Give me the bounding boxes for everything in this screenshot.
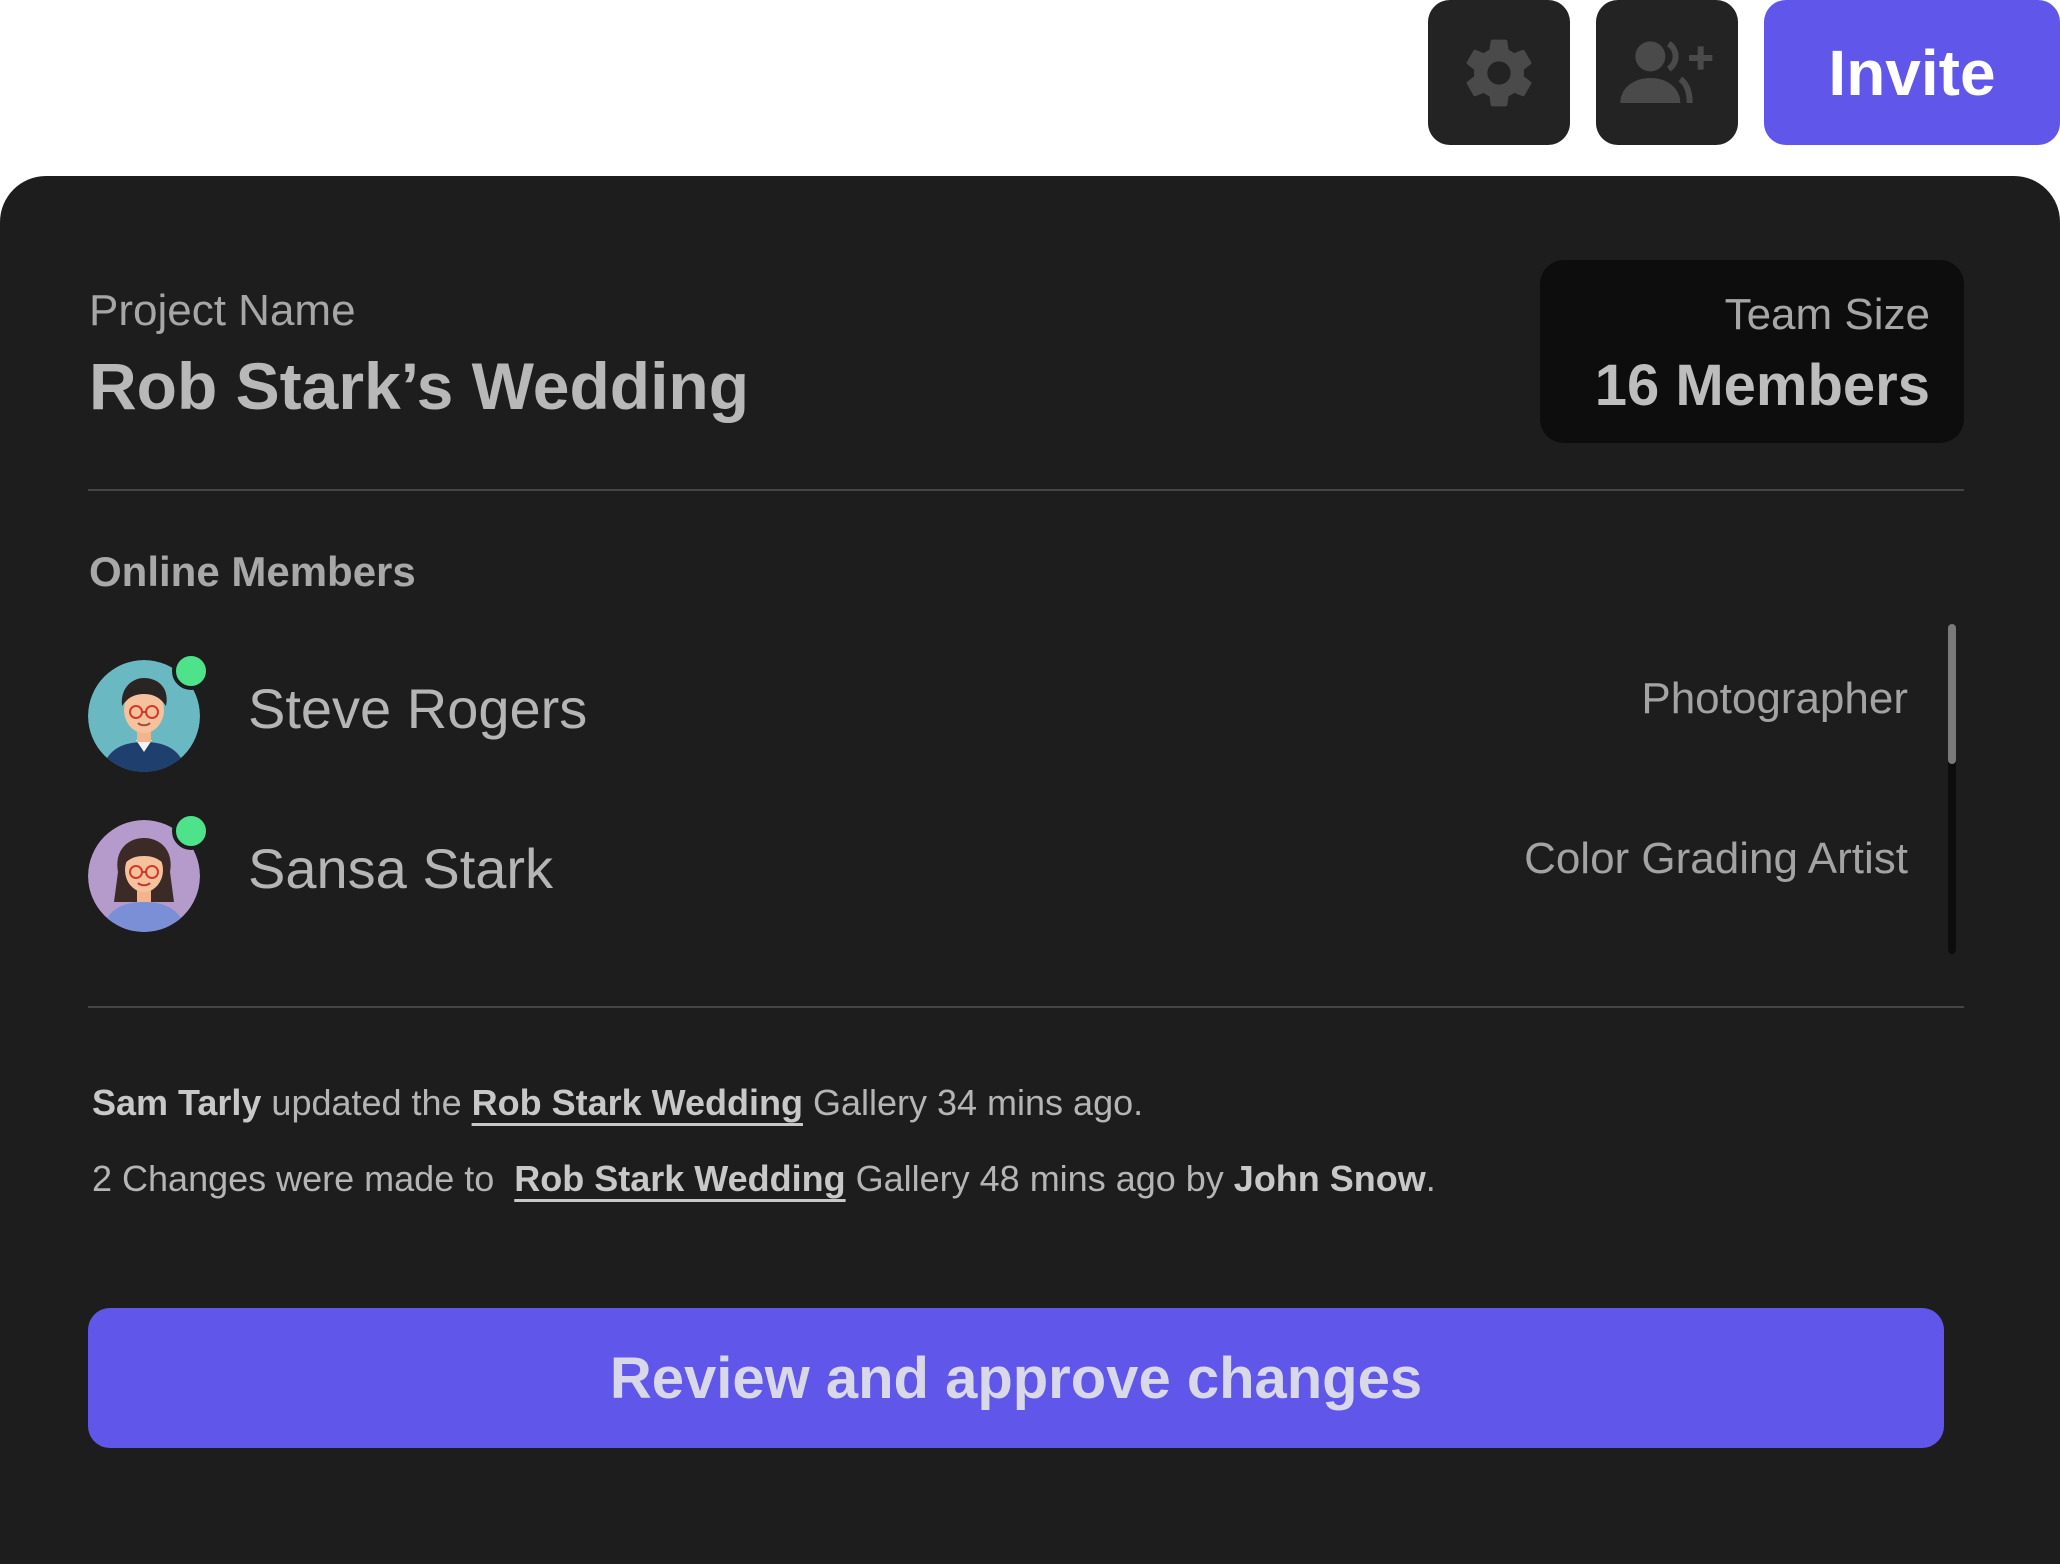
team-size-value: 16 Members	[1594, 353, 1930, 418]
gear-icon	[1466, 39, 1532, 106]
activity-text: 2 Changes were made to	[92, 1158, 515, 1199]
invite-button[interactable]: Invite	[1764, 0, 2060, 145]
project-card: Project Name Rob Stark’s Wedding Team Si…	[0, 176, 2060, 1564]
review-approve-button[interactable]: Review and approve changes	[88, 1308, 1944, 1448]
scrollbar-thumb[interactable]	[1948, 624, 1956, 764]
divider	[88, 489, 1964, 491]
member-name: Steve Rogers	[248, 677, 588, 740]
online-status-indicator	[172, 652, 210, 690]
member-role: Photographer	[1641, 674, 1908, 723]
activity-actor: Sam Tarly	[92, 1082, 262, 1123]
project-name: Rob Stark’s Wedding	[89, 349, 750, 423]
activity-text: Gallery 48 mins ago by	[845, 1158, 1234, 1199]
user-plus-icon	[1620, 40, 1713, 103]
gallery-link[interactable]: Rob Stark Wedding	[472, 1082, 803, 1123]
project-name-label: Project Name	[89, 286, 356, 335]
team-size-panel: Team Size 16 Members	[1540, 260, 1964, 443]
activity-item: 2 Changes were made to Rob Stark Wedding…	[92, 1158, 1436, 1200]
activity-text: Gallery 34 mins ago.	[802, 1082, 1144, 1123]
member-row[interactable]: Steve Rogers Photographer	[88, 652, 1908, 772]
divider	[88, 1006, 1964, 1008]
online-members-title: Online Members	[89, 548, 416, 595]
gallery-link[interactable]: Rob Stark Wedding	[514, 1158, 845, 1199]
members-scrollbar[interactable]	[1948, 624, 1956, 954]
activity-text: updated the	[261, 1082, 472, 1123]
member-name: Sansa Stark	[248, 837, 554, 900]
activity-item: Sam Tarly updated the Rob Stark Wedding …	[92, 1082, 1143, 1124]
online-members-list: Steve Rogers Photographer Sansa Stark Co…	[88, 652, 1968, 952]
settings-button[interactable]	[1428, 0, 1570, 145]
top-toolbar: Invite	[1428, 0, 2060, 145]
activity-text: .	[1425, 1158, 1436, 1199]
member-role: Color Grading Artist	[1524, 834, 1908, 883]
online-status-indicator	[172, 812, 210, 850]
team-size-label: Team Size	[1724, 290, 1930, 339]
activity-actor: John Snow	[1233, 1158, 1426, 1199]
add-member-button[interactable]	[1596, 0, 1738, 145]
member-row[interactable]: Sansa Stark Color Grading Artist	[88, 812, 1908, 932]
